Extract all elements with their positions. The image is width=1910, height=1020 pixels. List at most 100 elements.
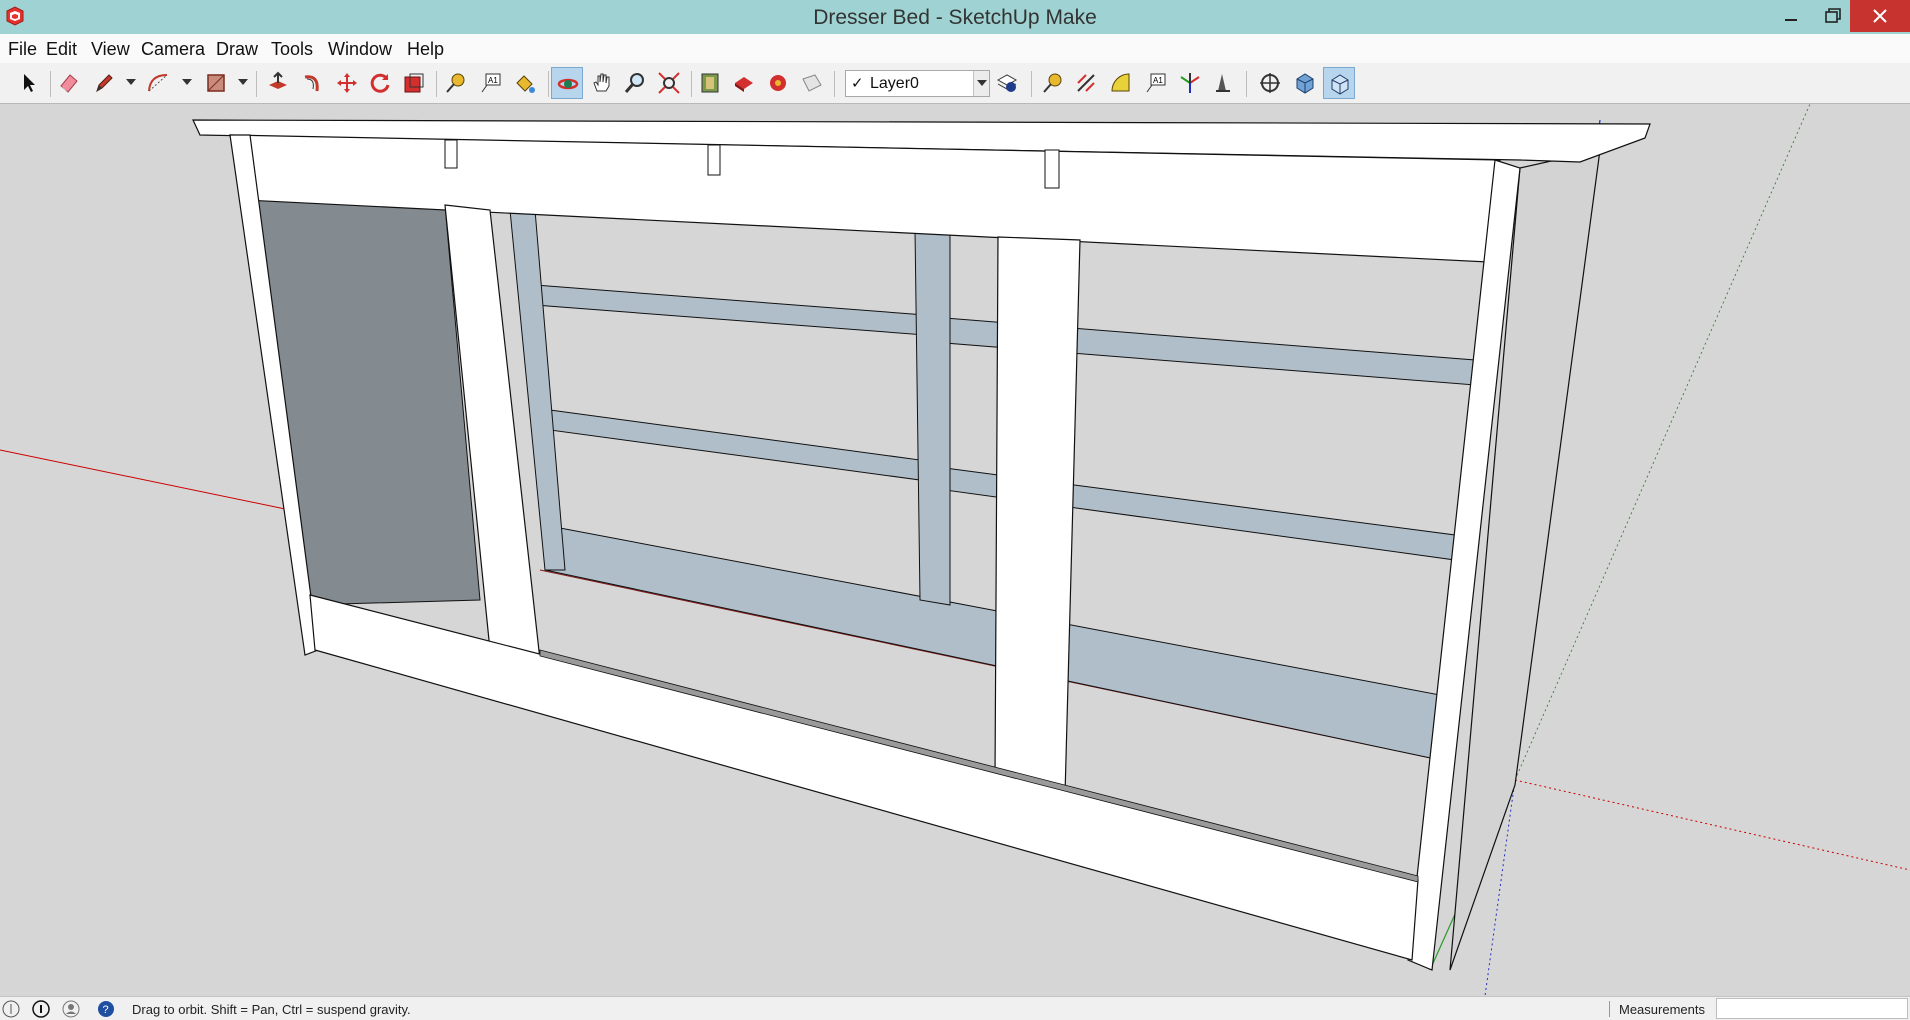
extension-warehouse-button[interactable]: [796, 67, 828, 99]
toolbar-separator: [834, 71, 835, 97]
menu-help[interactable]: Help: [407, 39, 444, 60]
scale-icon: [404, 73, 424, 93]
components-button[interactable]: [762, 67, 794, 99]
layer-manager-button[interactable]: [991, 67, 1023, 99]
select-tool-button[interactable]: [12, 67, 44, 99]
rectangle-icon: [207, 74, 225, 92]
layer-select[interactable]: ✓ Layer0: [845, 70, 990, 97]
sign-in-user-icon[interactable]: [62, 1000, 80, 1018]
paint-bucket-icon: [516, 75, 535, 93]
menu-draw[interactable]: Draw: [216, 39, 258, 60]
3d-text-tool-button[interactable]: A1: [1140, 67, 1172, 99]
zoom-tool-button[interactable]: [619, 67, 651, 99]
dimension-tool-button[interactable]: [1070, 67, 1102, 99]
toolbar-separator: [50, 71, 51, 97]
perspective-house-icon: [1331, 74, 1349, 95]
measurements-input[interactable]: [1716, 998, 1908, 1019]
dimension-icon: [1077, 74, 1095, 92]
status-bar: ? Drag to orbit. Shift = Pan, Ctrl = sus…: [0, 996, 1910, 1020]
axes-icon: [1180, 73, 1200, 93]
menu-bar: File Edit View Camera Draw Tools Window …: [0, 34, 1910, 63]
toolbar-separator: [691, 71, 692, 97]
line-tool-button[interactable]: [88, 67, 120, 99]
iso-view-button[interactable]: [1289, 67, 1321, 99]
restore-icon: [1825, 8, 1841, 23]
back-rail-top-left: [534, 284, 926, 336]
menu-view[interactable]: View: [91, 39, 130, 60]
menu-file[interactable]: File: [8, 39, 37, 60]
rotate-icon: [370, 73, 390, 93]
pan-tool-button[interactable]: [586, 67, 618, 99]
paint-bucket-tool-button[interactable]: [509, 67, 541, 99]
red-axis-solid: [0, 449, 291, 511]
title-bar: Dresser Bed - SketchUp Make: [0, 0, 1910, 34]
tape-measure-icon: [1043, 73, 1062, 93]
cleat-block: [707, 144, 721, 176]
protractor-tool-button[interactable]: [1105, 67, 1137, 99]
zoom-extents-tool-button[interactable]: [653, 67, 685, 99]
section-plane-icon: [1216, 74, 1230, 92]
toolbar-separator: [548, 71, 549, 97]
cleat-block: [1044, 149, 1060, 189]
scale-tool-button[interactable]: [398, 67, 430, 99]
extension-icon: [802, 74, 822, 92]
layer-stack-icon: [996, 74, 1018, 92]
back-center-post: [914, 229, 951, 606]
rectangle-tool-button[interactable]: [200, 67, 232, 99]
tape-measure-tool-button[interactable]: [440, 67, 472, 99]
toolbar: A1 ✓ Layer0 A1: [0, 63, 1910, 104]
section-plane-button[interactable]: [1208, 67, 1240, 99]
arc-tool-button[interactable]: [142, 67, 174, 99]
arc-icon: [148, 74, 168, 92]
restore-button[interactable]: [1812, 0, 1854, 32]
menu-camera[interactable]: Camera: [141, 39, 205, 60]
model-canvas[interactable]: [0, 104, 1910, 996]
share-model-icon: [735, 77, 753, 92]
3d-warehouse-button[interactable]: [694, 67, 726, 99]
share-model-button[interactable]: [728, 67, 760, 99]
pencil-icon: [96, 74, 113, 93]
close-button[interactable]: [1850, 0, 1910, 32]
eraser-tool-button[interactable]: [53, 67, 85, 99]
toolbar-separator: [256, 71, 257, 97]
menu-tools[interactable]: Tools: [271, 39, 313, 60]
chevron-down-icon[interactable]: [973, 71, 989, 96]
components-icon: [770, 75, 786, 91]
help-icon[interactable]: ?: [97, 1000, 115, 1018]
zoom-extents-icon: [658, 72, 680, 94]
close-icon: [1873, 9, 1887, 23]
arc-dropdown-chevron-icon[interactable]: [182, 79, 192, 85]
menu-edit[interactable]: Edit: [46, 39, 77, 60]
hand-pan-icon: [593, 73, 610, 92]
orbit-tool-button[interactable]: [551, 67, 583, 99]
text-tool-button[interactable]: A1: [475, 67, 507, 99]
credits-icon[interactable]: [32, 1000, 50, 1018]
toolbar-separator: [1246, 71, 1247, 97]
crosshair-icon: [1260, 73, 1280, 93]
axes-tool-button[interactable]: [1174, 67, 1206, 99]
toolbar-separator: [1031, 71, 1032, 97]
map-book-icon: [701, 73, 719, 93]
line-dropdown-chevron-icon[interactable]: [126, 79, 136, 85]
center-divider-post: [994, 236, 1081, 796]
construction-tape-button[interactable]: [1037, 67, 1069, 99]
follow-me-tool-button[interactable]: [297, 67, 329, 99]
arrow-cursor-icon: [24, 74, 35, 92]
perspective-view-button[interactable]: [1323, 67, 1355, 99]
position-camera-button[interactable]: [1254, 67, 1286, 99]
rotate-tool-button[interactable]: [364, 67, 396, 99]
orbit-icon: [557, 78, 579, 90]
push-pull-tool-button[interactable]: [262, 67, 294, 99]
cleat-block: [444, 139, 458, 169]
modeling-viewport[interactable]: [0, 104, 1910, 996]
geo-location-icon[interactable]: [2, 1000, 20, 1018]
minimize-button[interactable]: [1770, 0, 1812, 32]
eraser-icon: [60, 74, 78, 93]
magnifier-icon: [624, 73, 644, 93]
back-rail-mid-left: [549, 409, 921, 481]
text-label-icon: A1: [481, 73, 501, 93]
rectangle-dropdown-chevron-icon[interactable]: [238, 79, 248, 85]
move-tool-button[interactable]: [331, 67, 363, 99]
menu-window[interactable]: Window: [328, 39, 392, 60]
status-separator: [1609, 1001, 1610, 1017]
